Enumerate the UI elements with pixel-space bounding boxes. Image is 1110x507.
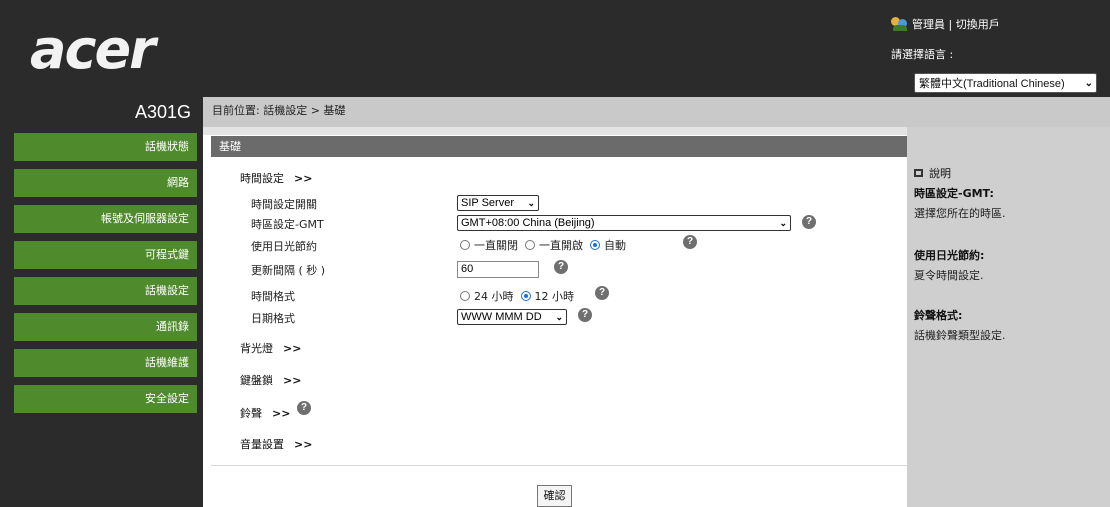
user-links[interactable]: 管理員 | 切換用戶 (912, 16, 1000, 32)
time-format-radio-24[interactable] (460, 291, 470, 301)
help-square-icon (914, 169, 923, 177)
expand-arrow-icon: >> (283, 342, 302, 355)
chevron-down-icon: ⌄ (1084, 77, 1093, 89)
time-format-radio-group: 24 小時 12 小時 (460, 288, 574, 304)
sidebar-item-maintenance[interactable]: 話機維護 (14, 349, 197, 377)
confirm-button[interactable]: 確認 (537, 485, 572, 507)
time-format-option-12: 12 小時 (534, 290, 575, 303)
help-entry-desc: 選擇您所在的時區. (914, 207, 1006, 220)
chevron-down-icon: ⌄ (527, 197, 535, 208)
sidebar-item-phone-settings[interactable]: 話機設定 (14, 277, 197, 305)
group-keypad-lock-label: 鍵盤鎖 (240, 374, 273, 387)
group-time-settings-label: 時間設定 (240, 172, 284, 185)
group-backlight[interactable]: 背光燈 >> (240, 340, 301, 356)
dst-radio-auto[interactable] (590, 240, 600, 250)
timezone-label: 時區設定-GMT (251, 218, 324, 231)
model-name: A301G (134, 102, 191, 122)
breadcrumb: 目前位置: 話機設定 > 基礎 (203, 97, 1110, 127)
header: acer 管理員 | 切換用戶 請選擇語言 : 繁體中文(Traditional… (0, 0, 1110, 97)
divider (211, 465, 907, 466)
group-time-settings[interactable]: 時間設定 >> (240, 170, 312, 186)
sidebar-item-programmable-keys[interactable]: 可程式鍵 (14, 241, 197, 269)
time-switch-select[interactable]: SIP Server ⌄ (457, 195, 539, 211)
section-title: 基礎 (211, 136, 907, 157)
time-format-radio-12[interactable] (520, 291, 531, 301)
group-volume[interactable]: 音量設置 >> (240, 436, 312, 452)
expand-arrow-icon: >> (294, 172, 313, 185)
help-icon[interactable]: ? (595, 286, 609, 300)
help-entry-title: 時區設定-GMT: (914, 187, 994, 200)
user-area: 管理員 | 切換用戶 (891, 16, 1000, 32)
time-switch-label: 時間設定開關 (251, 198, 317, 211)
dst-option-auto: 自動 (604, 239, 626, 252)
dst-radio-on[interactable] (525, 240, 535, 250)
dst-radio-group: 一直關閉 一直開啟 自動 (460, 237, 626, 253)
language-select-value: 繁體中文(Traditional Chinese) (919, 78, 1065, 90)
dst-label: 使用日光節約 (251, 240, 317, 253)
group-ringtone[interactable]: 鈴聲 >> (240, 405, 290, 421)
dst-option-off: 一直關閉 (474, 239, 518, 252)
help-icon[interactable]: ? (578, 308, 592, 322)
users-icon (891, 17, 908, 31)
help-entry-desc: 夏令時間設定. (914, 269, 984, 282)
help-entry-title: 鈴聲格式: (914, 309, 963, 322)
help-entry-title: 使用日光節約: (914, 249, 985, 262)
expand-arrow-icon: >> (272, 407, 291, 420)
date-format-label: 日期格式 (251, 312, 295, 325)
date-format-select[interactable]: WWW MMM DD ⌄ (457, 309, 567, 325)
sidebar-item-phonebook[interactable]: 通訊錄 (14, 313, 197, 341)
help-icon[interactable]: ? (297, 401, 311, 415)
timezone-value: GMT+08:00 China (Beijing) (461, 217, 595, 229)
chevron-down-icon: ⌄ (779, 217, 787, 228)
sidebar-item-phone-status[interactable]: 話機狀態 (14, 133, 197, 161)
group-keypad-lock[interactable]: 鍵盤鎖 >> (240, 372, 301, 388)
time-format-label: 時間格式 (251, 290, 295, 303)
date-format-value: WWW MMM DD (461, 311, 542, 323)
help-panel-header: 說明 (914, 165, 951, 181)
chevron-down-icon: ⌄ (555, 311, 563, 322)
main-panel: 基礎 時間設定 >> 時間設定開關 SIP Server ⌄ 時區設定-GMT GM… (203, 127, 907, 507)
sidebar-item-security[interactable]: 安全設定 (14, 385, 197, 413)
group-volume-label: 音量設置 (240, 438, 284, 451)
help-panel: 說明 時區設定-GMT: 選擇您所在的時區. 使用日光節約: 夏令時間設定. 鈴… (907, 127, 1110, 507)
sidebar-item-network[interactable]: 網路 (14, 169, 197, 197)
expand-arrow-icon: >> (283, 374, 302, 387)
expand-arrow-icon: >> (294, 438, 313, 451)
dst-option-on: 一直開啟 (539, 239, 583, 252)
interval-input[interactable]: 60 (457, 261, 539, 278)
help-entry-desc: 話機鈴聲類型設定. (914, 329, 1006, 342)
help-icon[interactable]: ? (802, 215, 816, 229)
time-switch-value: SIP Server (461, 197, 514, 209)
dst-radio-off[interactable] (460, 240, 470, 250)
language-label: 請選擇語言 : (891, 48, 954, 61)
timezone-select[interactable]: GMT+08:00 China (Beijing) ⌄ (457, 215, 791, 231)
help-icon[interactable]: ? (683, 235, 697, 249)
group-backlight-label: 背光燈 (240, 342, 273, 355)
acer-logo: acer (30, 18, 156, 81)
language-select[interactable]: 繁體中文(Traditional Chinese) ⌄ (914, 73, 1097, 93)
sidebar-item-account-server[interactable]: 帳號及伺服器設定 (14, 205, 197, 233)
time-format-option-24: 24 小時 (474, 290, 514, 303)
help-panel-title: 說明 (929, 167, 951, 180)
group-ringtone-label: 鈴聲 (240, 407, 262, 420)
interval-label: 更新間隔 ( 秒 ) (251, 264, 326, 277)
sidebar: A301G 話機狀態 網路 帳號及伺服器設定 可程式鍵 話機設定 通訊錄 話機維… (0, 97, 203, 507)
help-icon[interactable]: ? (554, 260, 568, 274)
